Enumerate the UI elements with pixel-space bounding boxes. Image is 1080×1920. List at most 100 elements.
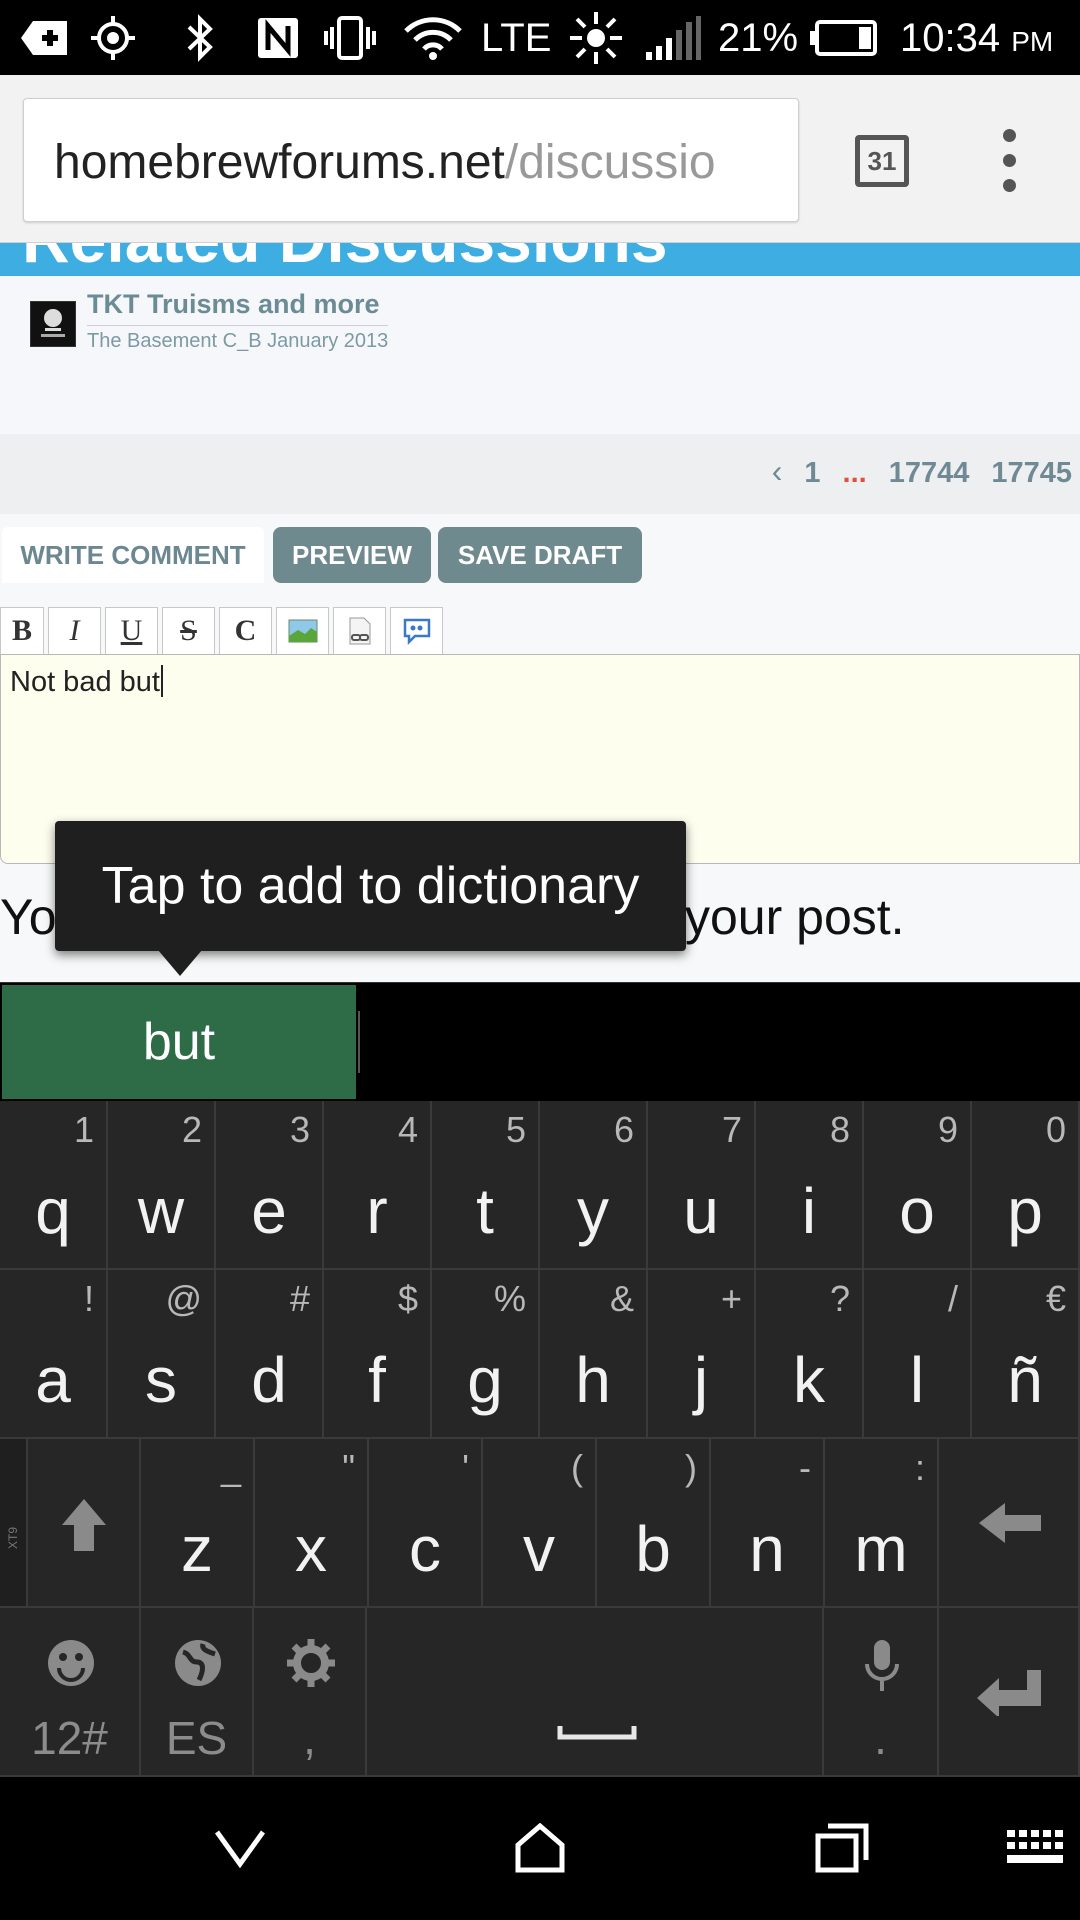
preview-button[interactable]: PREVIEW xyxy=(273,527,431,583)
symbols-key[interactable]: 12# xyxy=(0,1608,141,1777)
comment-text-value: Not bad but xyxy=(10,666,160,698)
key-s[interactable]: @ s xyxy=(108,1270,216,1439)
key-b[interactable]: ) b xyxy=(597,1439,711,1608)
key-label: j xyxy=(693,1344,709,1416)
insert-quote-icon[interactable] xyxy=(390,607,443,654)
settings-key[interactable]: , xyxy=(254,1608,367,1777)
status-bar: LTE 21% 10:34 PM xyxy=(0,0,1080,75)
add-to-dictionary-tooltip[interactable]: Tap to add to dictionary xyxy=(55,821,686,951)
key-g[interactable]: % g xyxy=(432,1270,540,1439)
related-discussion-meta[interactable]: The Basement C_B January 2013 xyxy=(87,325,389,353)
key-ñ[interactable]: € ñ xyxy=(972,1270,1080,1439)
key-v[interactable]: (v xyxy=(483,1439,597,1608)
strikethrough-button[interactable]: S xyxy=(162,607,215,654)
key-hint: ' xyxy=(462,1447,469,1488)
tab-switcher-button[interactable]: 31 xyxy=(855,135,909,187)
save-draft-button[interactable]: SAVE DRAFT xyxy=(438,527,642,583)
key-r[interactable]: 4r xyxy=(324,1101,432,1270)
suggestion-word[interactable]: but xyxy=(2,985,356,1099)
post-note-end: your post. xyxy=(685,889,905,945)
home-nav-icon[interactable] xyxy=(510,1813,570,1883)
overflow-menu-icon[interactable] xyxy=(995,127,1025,197)
shift-key[interactable] xyxy=(28,1439,141,1608)
language-key[interactable]: ES xyxy=(141,1608,254,1777)
key-z[interactable]: _ z xyxy=(141,1439,255,1608)
key-d[interactable]: # d xyxy=(216,1270,324,1439)
key-n[interactable]: -n xyxy=(711,1439,825,1608)
key-k[interactable]: ? k xyxy=(756,1270,864,1439)
key-label: l xyxy=(909,1344,925,1416)
key-o[interactable]: 9o xyxy=(864,1101,972,1270)
back-nav-icon[interactable] xyxy=(210,1813,270,1883)
url-path: /discussio xyxy=(504,136,716,189)
key-hint: 3 xyxy=(289,1109,310,1150)
key-hint: / xyxy=(947,1278,958,1319)
microphone-key[interactable]: . xyxy=(824,1608,939,1777)
key-hint: 8 xyxy=(829,1109,850,1150)
key-x[interactable]: " x xyxy=(255,1439,369,1608)
wifi-icon xyxy=(400,12,466,64)
insert-link-icon[interactable] xyxy=(333,607,386,654)
key-hint: _ xyxy=(220,1447,241,1488)
xt9-strip: XT9 xyxy=(0,1439,28,1608)
space-key[interactable] xyxy=(367,1608,824,1777)
browser-toolbar: homebrewforums.net/discussio 31 xyxy=(0,75,1080,243)
editor-toolbar: B I U S C xyxy=(0,607,447,654)
key-c[interactable]: ' c xyxy=(369,1439,483,1608)
page-link-first[interactable]: 1 xyxy=(804,457,820,490)
clock: 10:34 PM xyxy=(900,14,1053,66)
key-u[interactable]: 7u xyxy=(648,1101,756,1270)
key-hint: " xyxy=(342,1447,355,1488)
key-f[interactable]: $ f xyxy=(324,1270,432,1439)
key-label: g xyxy=(467,1344,503,1416)
key-m[interactable]: :m xyxy=(825,1439,939,1608)
key-t[interactable]: 5t xyxy=(432,1101,540,1270)
related-discussion-title-link[interactable]: TKT Truisms and more xyxy=(87,289,380,320)
key-i[interactable]: 8i xyxy=(756,1101,864,1270)
key-h[interactable]: & h xyxy=(540,1270,648,1439)
key-y[interactable]: 6y xyxy=(540,1101,648,1270)
nfc-icon xyxy=(254,12,302,64)
key-l[interactable]: / l xyxy=(864,1270,972,1439)
key-label: u xyxy=(683,1175,719,1247)
key-j[interactable]: + j xyxy=(648,1270,756,1439)
key-hint: 6 xyxy=(613,1109,634,1150)
key-hint: 0 xyxy=(1045,1109,1066,1150)
key-label: q xyxy=(35,1175,71,1247)
tab-write-comment[interactable]: WRITE COMMENT xyxy=(2,527,264,583)
clock-ampm: PM xyxy=(1011,26,1054,57)
key-label: v xyxy=(523,1513,555,1585)
key-a[interactable]: ! a xyxy=(0,1270,108,1439)
key-hint: € xyxy=(1045,1278,1066,1319)
battery-icon xyxy=(808,12,878,64)
enter-key[interactable] xyxy=(939,1608,1080,1777)
backspace-key[interactable] xyxy=(939,1439,1080,1608)
key-label: k xyxy=(793,1344,825,1416)
keyboard-switch-icon[interactable] xyxy=(1004,1813,1068,1883)
text-caret xyxy=(160,665,163,697)
key-e[interactable]: 3e xyxy=(216,1101,324,1270)
related-discussions-header: Related Discussions xyxy=(0,243,1080,276)
bold-button[interactable]: B xyxy=(0,607,44,654)
underline-button[interactable]: U xyxy=(105,607,158,654)
key-w[interactable]: 2w xyxy=(108,1101,216,1270)
page-link-17744[interactable]: 17744 xyxy=(889,457,970,490)
url-field[interactable]: homebrewforums.net/discussio xyxy=(23,98,799,222)
key-label: w xyxy=(137,1175,185,1247)
recents-nav-icon[interactable] xyxy=(812,1813,872,1883)
key-hint: 5 xyxy=(505,1109,526,1150)
key-hint: 2 xyxy=(181,1109,202,1150)
insert-image-icon[interactable] xyxy=(276,607,329,654)
key-label: r xyxy=(366,1175,388,1247)
period-label: . xyxy=(874,1712,887,1764)
key-p[interactable]: 0p xyxy=(972,1101,1080,1270)
code-button[interactable]: C xyxy=(219,607,272,654)
italic-button[interactable]: I xyxy=(48,607,101,654)
key-hint: % xyxy=(493,1278,526,1319)
page-link-17745[interactable]: 17745 xyxy=(991,457,1072,490)
key-q[interactable]: 1q xyxy=(0,1101,108,1270)
key-label: h xyxy=(575,1344,611,1416)
previous-page-link[interactable]: ‹ xyxy=(772,453,783,490)
key-label: p xyxy=(1007,1175,1043,1247)
clock-time: 10:34 xyxy=(900,16,1001,60)
